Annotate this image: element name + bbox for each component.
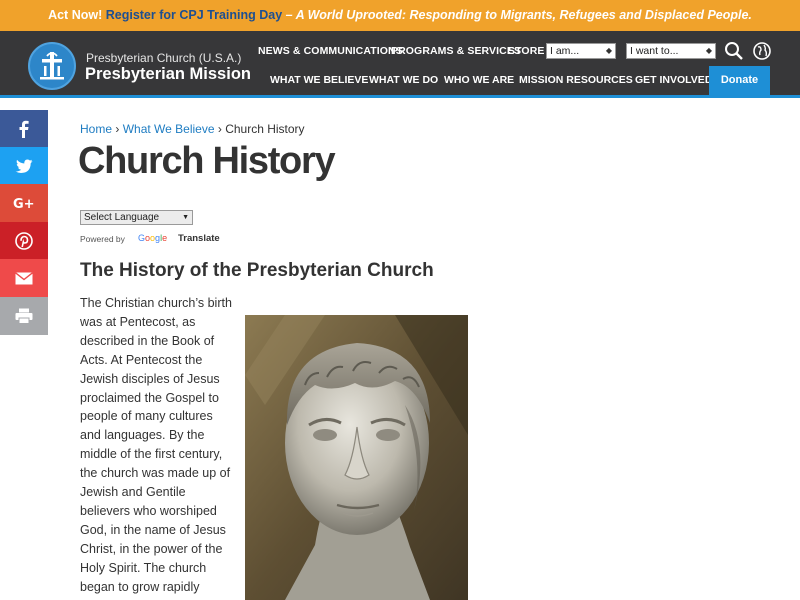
nav-get-involved[interactable]: GET INVOLVED — [635, 74, 712, 86]
body-line: Acts. At Pentecost the — [80, 352, 203, 367]
nav-who-we-are[interactable]: WHO WE ARE — [444, 74, 514, 86]
donate-button[interactable]: Donate — [709, 66, 770, 95]
article-body: The Christian church’s birth was at Pent… — [80, 294, 232, 597]
breadcrumb-separator: › — [214, 122, 226, 136]
svg-text:G+: G+ — [13, 197, 35, 210]
section-heading: The History of the Presbyterian Church — [80, 260, 434, 281]
powered-by-label: Powered by — [80, 234, 125, 244]
i-am-select[interactable]: I am... ◆ — [546, 43, 616, 59]
print-icon — [15, 308, 33, 324]
body-line: people of many cultures — [80, 409, 213, 424]
body-line: proclaimed the Gospel to — [80, 390, 219, 405]
page-title: Church History — [78, 140, 336, 182]
breadcrumb-separator: › — [112, 122, 123, 136]
constantine-statue-image — [245, 315, 468, 600]
share-twitter-button[interactable] — [0, 147, 48, 185]
nav-news-communications[interactable]: NEWS & COMMUNICATIONS — [258, 45, 403, 57]
share-pinterest-button[interactable] — [0, 222, 48, 260]
body-line: and languages. By the — [80, 428, 205, 443]
breadcrumb-current: Church History — [225, 122, 305, 136]
body-line: Jewish disciples of Jesus — [80, 371, 220, 386]
breadcrumb-home-link[interactable]: Home — [80, 122, 112, 136]
facebook-icon — [19, 120, 29, 138]
announcement-bar: Act Now! Register for CPJ Training Day –… — [0, 0, 800, 31]
body-line: God, in the name of Jesus — [80, 522, 226, 537]
site-name[interactable]: Presbyterian Mission — [85, 65, 251, 84]
body-line: The Christian church’s birth — [80, 296, 232, 310]
body-line: began to grow rapidly — [80, 579, 200, 594]
globe-icon[interactable] — [752, 41, 772, 61]
select-language-value: Select Language — [84, 212, 160, 223]
select-arrows-icon: ◆ — [705, 46, 712, 55]
nav-store[interactable]: STORE — [508, 45, 544, 57]
breadcrumb-what-we-believe-link[interactable]: What We Believe — [123, 122, 215, 136]
pcusa-seal-icon[interactable] — [28, 42, 76, 90]
share-google-plus-button[interactable]: G+ — [0, 184, 48, 222]
nav-what-we-believe[interactable]: WHAT WE BELIEVE — [270, 74, 368, 86]
nav-programs-services[interactable]: PROGRAMS & SERVICES — [391, 45, 521, 57]
i-want-select[interactable]: I want to... ◆ — [626, 43, 716, 59]
header-divider — [0, 95, 800, 98]
select-arrows-icon: ◆ — [605, 46, 612, 55]
body-line: was at Pentecost, as — [80, 314, 196, 329]
i-want-select-value: I want to... — [630, 45, 679, 57]
announcement-lead: Act Now! — [48, 8, 103, 22]
i-am-select-value: I am... — [550, 45, 580, 57]
google-plus-icon: G+ — [13, 197, 35, 210]
site-header: Presbyterian Church (U.S.A.) Presbyteria… — [0, 31, 800, 95]
nav-mission-resources[interactable]: MISSION RESOURCES — [519, 74, 633, 86]
body-line: believers who worshiped — [80, 503, 217, 518]
body-line: Holy Spirit. The church — [80, 560, 207, 575]
body-line: middle of the first century, — [80, 447, 223, 462]
dropdown-arrow-icon: ▼ — [182, 214, 189, 221]
email-icon — [15, 271, 33, 284]
body-line: Jewish and Gentile — [80, 485, 186, 500]
nav-what-we-do[interactable]: WHAT WE DO — [369, 74, 438, 86]
select-language-dropdown[interactable]: Select Language ▼ — [80, 210, 193, 225]
share-email-button[interactable] — [0, 259, 48, 297]
body-line: Christ, in the power of the — [80, 541, 223, 556]
body-line: the church was made up of — [80, 466, 231, 481]
google-logo: Google — [138, 233, 168, 243]
translate-link[interactable]: Translate — [178, 233, 220, 244]
twitter-icon — [15, 159, 33, 173]
announcement-register-link[interactable]: Register for CPJ Training Day — [106, 8, 282, 22]
search-icon[interactable] — [724, 41, 744, 61]
share-facebook-button[interactable] — [0, 110, 48, 148]
breadcrumb: Home › What We Believe › Church History — [80, 122, 305, 136]
share-print-button[interactable] — [0, 297, 48, 335]
org-name[interactable]: Presbyterian Church (U.S.A.) — [86, 51, 241, 65]
pinterest-icon — [15, 232, 33, 250]
body-line: described in the Book of — [80, 333, 215, 348]
announcement-text: – A World Uprooted: Responding to Migran… — [285, 8, 752, 22]
